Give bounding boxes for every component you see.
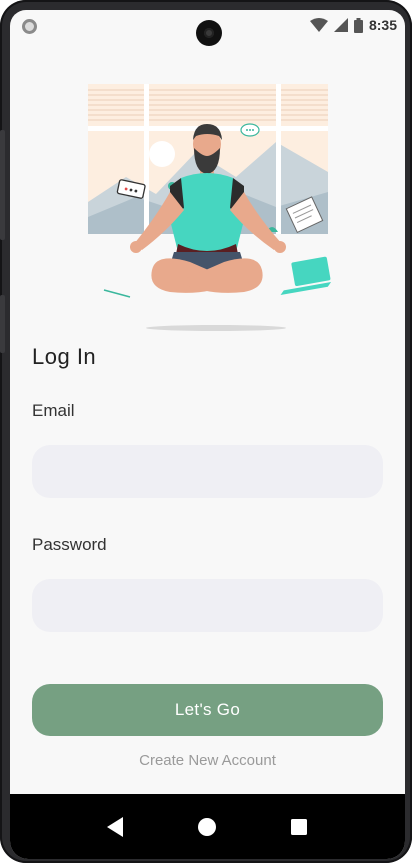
navigation-bar [10,794,405,859]
volume-button [0,130,5,240]
status-time: 8:35 [368,17,397,33]
screen: 8:35 Log In Email Password Let's Go Crea… [10,10,405,859]
front-camera [196,20,222,46]
meditation-illustration [88,84,332,331]
home-icon[interactable] [195,815,219,839]
status-bar: 8:35 [10,10,405,46]
password-label: Password [32,535,107,554]
status-icons: 8:35 [309,17,397,33]
wifi-icon [309,18,328,32]
back-icon[interactable] [104,815,128,839]
email-field[interactable] [32,445,383,498]
power-button [0,295,5,353]
signal-icon [333,18,348,32]
device-frame: 8:35 Log In Email Password Let's Go Crea… [0,0,412,863]
recents-icon[interactable] [287,815,311,839]
lets-go-button[interactable]: Let's Go [32,684,383,736]
email-label: Email [32,401,75,420]
notification-dot-icon [22,19,37,34]
create-account-link[interactable]: Create New Account [10,752,405,769]
password-field[interactable] [32,579,383,632]
page-title: Log In [32,344,97,369]
battery-icon [353,17,363,33]
